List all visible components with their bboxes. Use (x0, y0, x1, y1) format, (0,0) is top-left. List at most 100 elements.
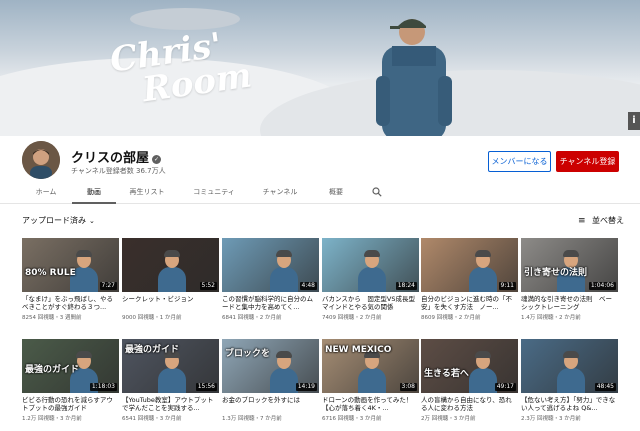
video-meta: 1.3万 回視聴・7 か月前 (222, 416, 282, 422)
video-duration: 18:24 (395, 282, 417, 290)
video-title[interactable]: 「なまけ」をぶっ飛ばし、やるべきことがすぐ終わる３つ... (22, 295, 119, 311)
video-meta: 1.2万 回視聴・3 か月前 (22, 416, 82, 422)
info-icon[interactable]: i (628, 112, 640, 130)
thumbnail-person (270, 250, 298, 292)
video-meta: 8254 回視聴・3 週間前 (22, 315, 82, 321)
video-title[interactable]: 自分のビジョンに進む時の「不安」を失くす方法 ノー... (421, 295, 518, 311)
thumbnail-person (270, 351, 298, 393)
video-meta: 2万 回視聴・3 か月前 (421, 416, 476, 422)
video-card[interactable]: 最強のガイド 15:56 【YouTube教室】アウトプットで学んだことを実践する.… (122, 339, 219, 422)
video-title[interactable]: この習慣が脳科学的に自分のムードと集中力を高めてく... (222, 295, 319, 311)
channel-name: クリスの部屋 ✓ (71, 147, 162, 166)
sort-label: 並べ替え (592, 216, 624, 225)
thumbnail-person (358, 351, 386, 393)
video-card[interactable]: 生きる若へ 49:17 人の盲構から自由になり、恐れる人に変わる方法 2万 回視聴・3… (421, 339, 518, 422)
video-card[interactable]: ブロックを 14:19 お金のブロックを外すには 1.3万 回視聴・7 か月前 (222, 339, 319, 422)
thumbnail-person (358, 250, 386, 292)
tab-home[interactable]: ホーム (22, 182, 70, 204)
video-thumbnail[interactable]: 最強のガイド 1:18:03 (22, 339, 119, 393)
video-duration: 49:17 (494, 383, 516, 391)
verified-icon: ✓ (152, 155, 162, 164)
video-meta: 6716 回視聴・3 か月前 (322, 416, 382, 422)
video-title[interactable]: シークレット・ビジョン (122, 295, 219, 311)
thumbnail-caption: 引き寄せの法則 (524, 268, 588, 278)
video-thumbnail[interactable]: 48:45 (521, 339, 618, 393)
video-duration: 1:18:03 (89, 383, 117, 391)
video-thumbnail[interactable]: 80% RULE 7:27 (22, 238, 119, 292)
tab-community[interactable]: コミュニティ (184, 182, 244, 204)
video-thumbnail[interactable]: 4:48 (222, 238, 319, 292)
channel-avatar[interactable] (22, 141, 60, 179)
upload-filter-label: アップロード済み (22, 216, 86, 225)
chevron-down-icon: ⌄ (89, 217, 95, 225)
upload-filter-dropdown[interactable]: アップロード済み ⌄ (22, 215, 95, 226)
video-title[interactable]: 【YouTube教室】アウトプットで学んだことを実践する... (122, 396, 219, 412)
channel-tabs: ホーム 動画 再生リスト コミュニティ チャンネル 概要 (0, 182, 640, 204)
video-card[interactable]: 48:45 【危ない考え方】「努力」できない人って逃げるよね Q&... 2.3万 … (521, 339, 618, 422)
video-card[interactable]: 引き寄せの法則 1:04:06 魂満的な引き寄せの法則 ベーシックトレーニング 1.4… (521, 238, 618, 321)
video-duration: 48:45 (594, 383, 616, 391)
video-meta: 6541 回視聴・3 か月前 (122, 416, 182, 422)
thumbnail-caption: NEW MEXICO (325, 345, 392, 355)
thumbnail-person (469, 250, 497, 292)
video-card[interactable]: 80% RULE 7:27 「なまけ」をぶっ飛ばし、やるべきことがすぐ終わる３つ..… (22, 238, 119, 321)
thumbnail-caption: 最強のガイド (25, 365, 80, 375)
video-meta: 9000 回視聴・1 か月前 (122, 315, 182, 321)
tab-about[interactable]: 概要 (316, 182, 356, 204)
thumbnail-caption: 最強のガイド (125, 345, 180, 355)
video-meta: 2.3万 回視聴・3 か月前 (521, 416, 581, 422)
tab-playlists[interactable]: 再生リスト (120, 182, 174, 204)
video-duration: 1:04:06 (588, 282, 616, 290)
video-card[interactable]: 9:11 自分のビジョンに進む時の「不安」を失くす方法 ノー... 8609 回視聴… (421, 238, 518, 321)
subscribe-button[interactable]: チャンネル登録 (556, 151, 619, 172)
video-duration: 5:52 (199, 282, 217, 290)
video-title[interactable]: お金のブロックを外すには (222, 396, 319, 412)
banner-person-photo (376, 19, 452, 136)
video-meta: 1.4万 回視聴・2 か月前 (521, 315, 581, 321)
video-card[interactable]: 18:24 バカンスから 固定型VS成長型マインドとやる気の関係 7409 回視聴・… (322, 238, 419, 321)
video-card[interactable]: NEW MEXICO 3:08 ドローンの動画を作ってみた！【心が落ち着く4K・..… (322, 339, 419, 422)
join-membership-button[interactable]: メンバーになる (488, 151, 551, 172)
video-duration: 15:56 (195, 383, 217, 391)
video-duration: 9:11 (498, 282, 516, 290)
video-title[interactable]: 魂満的な引き寄せの法則 ベーシックトレーニング (521, 295, 618, 311)
video-thumbnail[interactable]: ブロックを 14:19 (222, 339, 319, 393)
video-title[interactable]: バカンスから 固定型VS成長型マインドとやる気の関係 (322, 295, 419, 311)
search-icon[interactable] (372, 187, 382, 197)
sort-icon: ≡ (578, 216, 586, 226)
video-title[interactable]: ビビる行動の恐れを減らすアウトプットの最強ガイド (22, 396, 119, 412)
video-meta: 6841 回視聴・2 か月前 (222, 315, 282, 321)
thumbnail-person (158, 250, 186, 292)
video-thumbnail[interactable]: 引き寄せの法則 1:04:06 (521, 238, 618, 292)
video-title[interactable]: ドローンの動画を作ってみた！【心が落ち着く4K・... (322, 396, 419, 412)
tab-channels[interactable]: チャンネル (254, 182, 306, 204)
channel-banner: Chris' Room i (0, 0, 640, 136)
video-card[interactable]: 最強のガイド 1:18:03 ビビる行動の恐れを減らすアウトプットの最強ガイド 1.2… (22, 339, 119, 422)
tab-videos[interactable]: 動画 (72, 182, 116, 204)
video-card[interactable]: 5:52 シークレット・ビジョン 9000 回視聴・1 か月前 (122, 238, 219, 321)
video-title[interactable]: 【危ない考え方】「努力」できない人って逃げるよね Q&... (521, 396, 618, 412)
thumbnail-caption: 80% RULE (25, 268, 76, 278)
video-thumbnail[interactable]: 最強のガイド 15:56 (122, 339, 219, 393)
thumbnail-person (557, 351, 585, 393)
video-thumbnail[interactable]: 生きる若へ 49:17 (421, 339, 518, 393)
video-thumbnail[interactable]: 18:24 (322, 238, 419, 292)
channel-name-text: クリスの部屋 (71, 151, 150, 166)
video-thumbnail[interactable]: 5:52 (122, 238, 219, 292)
video-duration: 7:27 (99, 282, 117, 290)
video-duration: 3:08 (399, 383, 417, 391)
thumbnail-caption: ブロックを (225, 349, 271, 359)
video-duration: 14:19 (295, 383, 317, 391)
subscriber-count: チャンネル登録者数 36.7万人 (71, 167, 166, 175)
video-meta: 8609 回視聴・2 か月前 (421, 315, 481, 321)
sort-button[interactable]: ≡ 並べ替え (578, 215, 624, 226)
video-title[interactable]: 人の盲構から自由になり、恐れる人に変わる方法 (421, 396, 518, 412)
video-thumbnail[interactable]: NEW MEXICO 3:08 (322, 339, 419, 393)
thumbnail-person (469, 351, 497, 393)
video-meta: 7409 回視聴・2 か月前 (322, 315, 382, 321)
video-card[interactable]: 4:48 この習慣が脳科学的に自分のムードと集中力を高めてく... 6841 回視聴… (222, 238, 319, 321)
thumbnail-person (158, 351, 186, 393)
thumbnail-caption: 生きる若へ (424, 369, 469, 379)
video-thumbnail[interactable]: 9:11 (421, 238, 518, 292)
video-duration: 4:48 (299, 282, 317, 290)
